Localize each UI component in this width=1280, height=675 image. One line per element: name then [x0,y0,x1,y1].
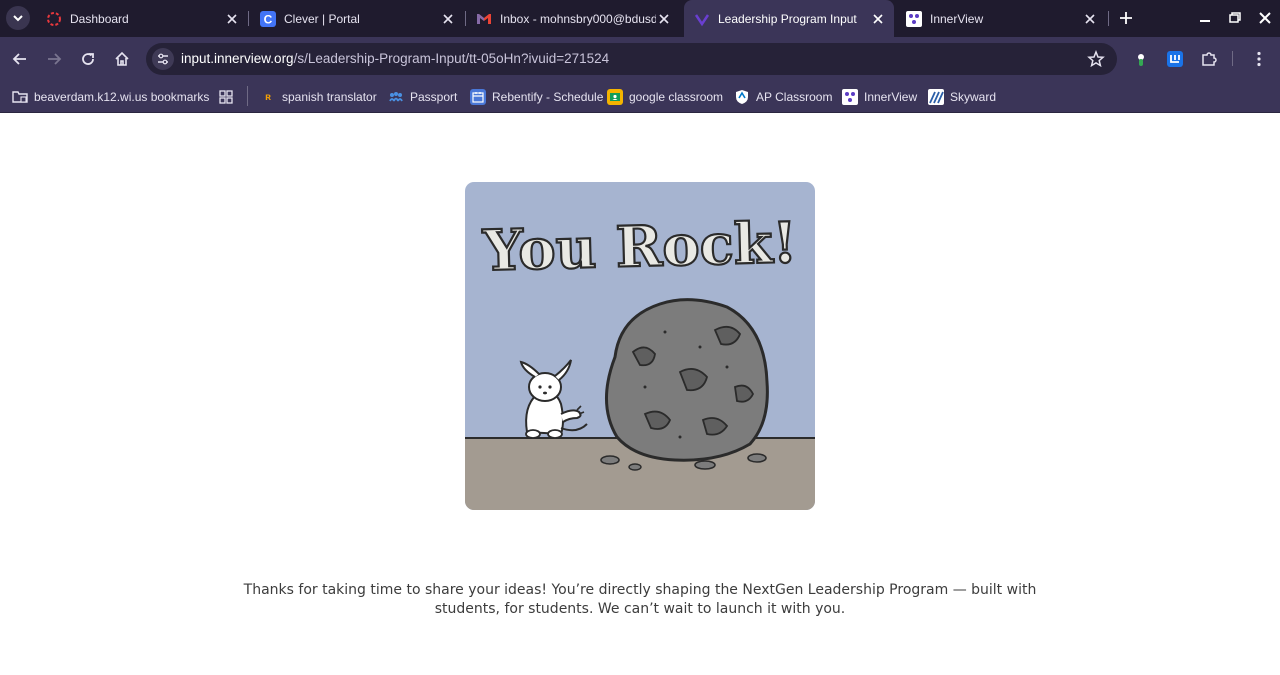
clever-favicon: C [260,10,276,27]
tab-clever[interactable]: C Clever | Portal [250,0,464,37]
bookmark-star-button[interactable] [1087,49,1105,68]
tab-separator [1108,11,1109,26]
close-icon[interactable] [224,11,240,27]
thank-you-line: students, for students. We can’t wait to… [434,601,846,617]
plus-icon [1120,12,1132,24]
arrow-right-icon [48,53,62,65]
bookmark-ap-classroom[interactable]: AP Classroom [734,86,832,108]
tab-title: Clever | Portal [284,11,360,26]
new-tab-button[interactable] [1116,8,1136,28]
close-icon[interactable] [870,11,886,27]
rebentify-icon [470,89,486,105]
managed-folder-icon [12,89,28,105]
tab-title: InnerView [930,11,984,26]
forward-button[interactable] [42,47,66,71]
tab-title: Leadership Program Input [718,11,857,26]
bookmark-label: Skyward [950,90,997,104]
minimize-icon [1200,20,1210,22]
innerview-icon [842,89,858,105]
extension-button[interactable] [1132,50,1150,68]
extension-button[interactable] [1166,50,1184,68]
illustration-title: You Rock! [481,210,798,284]
thank-you-line: Thanks for taking time to share your ide… [243,582,1037,598]
browser-toolbar: input.innerview.org/s/Leadership-Program… [0,37,1280,81]
bookmark-label: google classroom [629,90,724,104]
reload-button[interactable] [76,47,100,71]
grid-icon [218,89,234,105]
back-button[interactable] [8,47,32,71]
url-text: input.innerview.org/s/Leadership-Program… [181,51,609,66]
spanishdict-icon: ʀ [265,91,271,103]
bookmark-google-classroom[interactable]: google classroom [607,86,723,108]
bookmark-label: Passport [410,90,458,104]
tab-innerview[interactable]: InnerView [896,0,1106,37]
thank-you-message: Thanks for taking time to share your ide… [240,581,1040,619]
home-button[interactable] [110,47,134,71]
bookmark-innerview[interactable]: InnerView [842,86,917,108]
innerview-favicon [694,11,710,27]
bookmark-label: beaverdam.k12.wi.us bookmarks [34,90,210,104]
ap-classroom-icon [734,89,750,105]
bookmark-skyward[interactable]: Skyward [928,86,996,108]
tab-dashboard[interactable]: Dashboard [36,0,248,37]
close-icon[interactable] [1082,11,1098,27]
bookmark-spanish-translator[interactable]: ʀ spanish translator [260,86,377,108]
restore-button[interactable] [1225,8,1245,28]
innerview-favicon [906,10,922,27]
tab-strip: Dashboard C Clever | Portal Inbox - mohn… [0,0,1280,37]
tab-leadership-program-input[interactable]: Leadership Program Input [684,0,894,37]
close-icon [1259,12,1271,24]
url-host: input.innerview.org [181,51,294,66]
tab-search-button[interactable] [6,6,30,30]
close-window-button[interactable] [1255,8,1275,28]
tab-title: Dashboard [70,11,129,26]
bookmark-rebentify[interactable]: Rebentify - Schedule [470,86,603,108]
arrow-left-icon [12,53,26,65]
url-path: /s/Leadership-Program-Input/tt-05oHn?ivu… [293,51,610,66]
passport-icon [388,89,404,105]
you-rock-illustration: You Rock! [465,182,815,510]
bookmark-label: spanish translator [282,90,377,104]
bookmark-folder[interactable]: beaverdam.k12.wi.us bookmarks [12,86,209,108]
dashboard-favicon [46,11,62,27]
close-icon[interactable] [440,11,456,27]
bookmark-label: Rebentify - Schedule [492,90,604,104]
site-info-button[interactable] [152,48,174,70]
bookmarks-separator [247,86,248,106]
minimize-button[interactable] [1195,8,1215,28]
tune-icon [158,53,168,65]
extensions-menu-button[interactable] [1200,50,1218,68]
extension-icon [1167,51,1183,67]
tab-title: Inbox - mohnsbry000@bdusd [500,11,656,26]
close-icon[interactable] [656,11,672,27]
browser-menu-button[interactable] [1250,50,1268,68]
bookmark-passport[interactable]: Passport [388,86,457,108]
restore-icon [1229,12,1241,23]
toolbar-separator [1232,51,1233,66]
home-icon [115,51,129,66]
tab-gmail-inbox[interactable]: Inbox - mohnsbry000@bdusd [466,0,680,37]
boulder-drawing [600,298,769,471]
address-bar[interactable]: input.innerview.org/s/Leadership-Program… [146,43,1117,75]
tab-separator [248,11,249,26]
svg-text:C: C [264,12,273,26]
apps-button[interactable] [218,86,240,108]
bookmarks-bar: beaverdam.k12.wi.us bookmarks ʀ spanish … [0,81,1280,113]
bookmark-label: InnerView [864,90,918,104]
extension-icon [1138,54,1144,66]
puzzle-icon [1202,52,1217,66]
star-icon [1087,49,1105,68]
classroom-icon [607,89,623,105]
gmail-favicon [476,11,492,27]
chevron-down-icon [13,15,23,22]
skyward-icon [928,89,944,105]
more-vertical-icon [1257,51,1261,67]
bookmark-label: AP Classroom [756,90,833,104]
reload-icon [82,53,94,65]
page-content: You Rock! Thanks for taking time to shar… [0,113,1280,675]
